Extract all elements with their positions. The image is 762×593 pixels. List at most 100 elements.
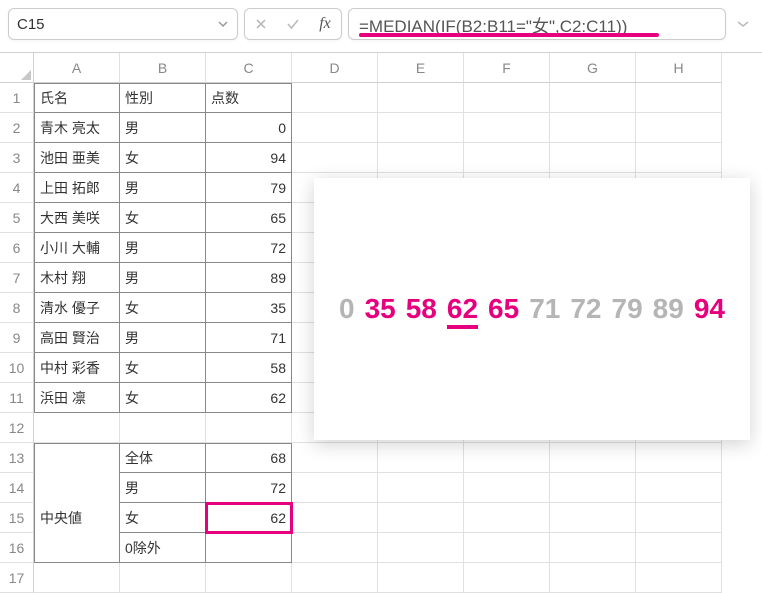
cell[interactable]: 72 — [206, 233, 292, 263]
chevron-down-icon[interactable] — [217, 18, 229, 30]
cell[interactable]: 氏名 — [34, 83, 120, 113]
cell[interactable] — [550, 143, 636, 173]
cell[interactable] — [378, 113, 464, 143]
row-header[interactable]: 2 — [0, 113, 34, 143]
row-header[interactable]: 1 — [0, 83, 34, 113]
cell[interactable]: 高田 賢治 — [34, 323, 120, 353]
cell[interactable] — [636, 563, 722, 593]
cell[interactable] — [378, 443, 464, 473]
cell[interactable] — [464, 83, 550, 113]
cell[interactable] — [464, 503, 550, 533]
col-header[interactable]: F — [464, 53, 550, 83]
name-box[interactable]: C15 — [8, 8, 238, 40]
cell[interactable] — [550, 563, 636, 593]
cell[interactable]: 池田 亜美 — [34, 143, 120, 173]
formula-input[interactable]: =MEDIAN(IF(B2:B11="女",C2:C11)) — [348, 8, 726, 40]
col-header[interactable]: A — [34, 53, 120, 83]
cell[interactable] — [636, 443, 722, 473]
cell[interactable]: 女 — [120, 293, 206, 323]
cell[interactable] — [120, 413, 206, 443]
row-header[interactable]: 9 — [0, 323, 34, 353]
cell[interactable] — [292, 503, 378, 533]
row-header[interactable]: 11 — [0, 383, 34, 413]
cell[interactable]: 女 — [120, 503, 206, 533]
row-header[interactable]: 16 — [0, 533, 34, 563]
cell[interactable]: 62 — [206, 383, 292, 413]
cell[interactable] — [120, 563, 206, 593]
cell[interactable] — [34, 533, 120, 563]
cell[interactable] — [292, 473, 378, 503]
row-header[interactable]: 8 — [0, 293, 34, 323]
cell[interactable] — [464, 533, 550, 563]
cell[interactable]: 小川 大輔 — [34, 233, 120, 263]
cell[interactable]: 79 — [206, 173, 292, 203]
cell[interactable] — [636, 113, 722, 143]
cell[interactable] — [378, 533, 464, 563]
cell[interactable]: 中村 彩香 — [34, 353, 120, 383]
row-header[interactable]: 15 — [0, 503, 34, 533]
cell[interactable] — [378, 503, 464, 533]
row-header[interactable]: 12 — [0, 413, 34, 443]
cell[interactable]: 女 — [120, 143, 206, 173]
cell[interactable]: 男 — [120, 173, 206, 203]
cell[interactable]: 女 — [120, 353, 206, 383]
cell[interactable] — [636, 143, 722, 173]
col-header[interactable]: C — [206, 53, 292, 83]
cell[interactable]: 58 — [206, 353, 292, 383]
cell[interactable]: 上田 拓郎 — [34, 173, 120, 203]
cell[interactable]: 男 — [120, 473, 206, 503]
row-header[interactable]: 6 — [0, 233, 34, 263]
spreadsheet-grid[interactable]: A B C D E F G H 1 氏名 性別 点数 2 青木 亮太 男 0 3… — [0, 52, 762, 593]
cell[interactable] — [378, 563, 464, 593]
cell[interactable]: 青木 亮太 — [34, 113, 120, 143]
cell[interactable]: 性別 — [120, 83, 206, 113]
cell[interactable]: 68 — [206, 443, 292, 473]
cell[interactable]: 清水 優子 — [34, 293, 120, 323]
cell[interactable]: 大西 美咲 — [34, 203, 120, 233]
col-header[interactable]: G — [550, 53, 636, 83]
cell[interactable]: 全体 — [120, 443, 206, 473]
cell[interactable] — [292, 113, 378, 143]
cell[interactable] — [550, 443, 636, 473]
cell[interactable] — [550, 83, 636, 113]
cell[interactable]: 71 — [206, 323, 292, 353]
cell[interactable]: 0除外 — [120, 533, 206, 563]
cell[interactable] — [378, 83, 464, 113]
cell[interactable] — [378, 143, 464, 173]
cell[interactable] — [34, 443, 120, 473]
cell[interactable] — [464, 143, 550, 173]
cell[interactable] — [636, 533, 722, 563]
select-all-corner[interactable] — [0, 53, 34, 83]
cell[interactable] — [636, 83, 722, 113]
cell-merged-label[interactable]: 中央値 — [34, 503, 120, 533]
cell[interactable]: 89 — [206, 263, 292, 293]
cell[interactable] — [464, 443, 550, 473]
row-header[interactable]: 7 — [0, 263, 34, 293]
col-header[interactable]: B — [120, 53, 206, 83]
cell[interactable]: 男 — [120, 263, 206, 293]
fx-icon[interactable]: fx — [309, 15, 341, 33]
cell[interactable] — [550, 473, 636, 503]
cell[interactable] — [464, 473, 550, 503]
cancel-icon[interactable] — [245, 17, 277, 31]
cell[interactable]: 0 — [206, 113, 292, 143]
cell[interactable] — [34, 563, 120, 593]
cell[interactable]: 点数 — [206, 83, 292, 113]
cell[interactable] — [292, 83, 378, 113]
cell[interactable]: 35 — [206, 293, 292, 323]
cell[interactable]: 浜田 凛 — [34, 383, 120, 413]
row-header[interactable]: 10 — [0, 353, 34, 383]
cell[interactable]: 男 — [120, 233, 206, 263]
cell[interactable] — [550, 503, 636, 533]
cell[interactable]: 木村 翔 — [34, 263, 120, 293]
cell[interactable] — [550, 533, 636, 563]
col-header[interactable]: D — [292, 53, 378, 83]
cell[interactable]: 女 — [120, 383, 206, 413]
confirm-icon[interactable] — [277, 17, 309, 31]
cell[interactable] — [636, 473, 722, 503]
cell[interactable] — [34, 473, 120, 503]
cell[interactable] — [464, 113, 550, 143]
cell[interactable] — [206, 533, 292, 563]
cell[interactable]: 94 — [206, 143, 292, 173]
cell[interactable] — [378, 473, 464, 503]
